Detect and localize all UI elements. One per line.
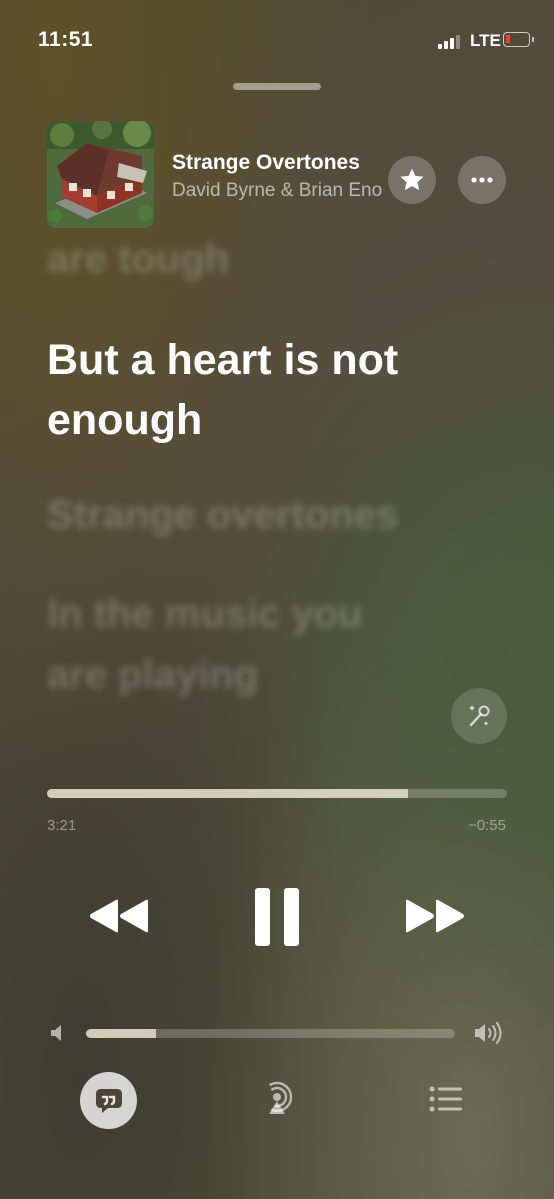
star-icon xyxy=(400,168,424,191)
volume-slider[interactable] xyxy=(86,1029,455,1038)
microphone-sparkle-icon xyxy=(469,705,490,727)
lyric-line-next[interactable]: In the music you xyxy=(47,592,363,637)
sheet-grabber[interactable] xyxy=(233,83,321,90)
list-icon xyxy=(429,1086,462,1112)
battery-icon xyxy=(503,32,534,47)
playback-progress-fill xyxy=(47,789,409,798)
speaker-high-icon xyxy=(473,1021,505,1050)
backward-icon xyxy=(90,899,148,933)
speaker-low-icon xyxy=(49,1024,67,1047)
cellular-signal-icon xyxy=(438,33,464,49)
previous-track-button[interactable] xyxy=(88,896,150,941)
pause-button[interactable] xyxy=(253,886,301,953)
album-artwork[interactable] xyxy=(47,121,154,228)
queue-button[interactable] xyxy=(428,1085,464,1118)
quote-bubble-icon xyxy=(95,1088,122,1113)
time-remaining: −0:55 xyxy=(468,817,506,834)
lyric-line-previous[interactable]: are tough xyxy=(47,237,229,282)
airplay-audio-icon xyxy=(261,1081,293,1114)
more-options-button[interactable] xyxy=(458,156,506,204)
status-time: 11:51 xyxy=(38,28,94,51)
ellipsis-icon xyxy=(471,177,493,183)
airplay-button[interactable] xyxy=(258,1081,296,1124)
house-artwork xyxy=(47,121,154,228)
playback-scrubber[interactable] xyxy=(47,789,507,798)
network-type: LTE xyxy=(470,31,501,50)
forward-icon xyxy=(406,899,464,933)
lyric-line-next[interactable]: are playing xyxy=(47,653,258,698)
lyrics-button[interactable] xyxy=(80,1072,137,1129)
favorite-button[interactable] xyxy=(388,156,436,204)
pause-icon xyxy=(255,888,299,946)
time-elapsed: 3:21 xyxy=(47,817,77,834)
volume-fill xyxy=(86,1029,157,1038)
next-track-button[interactable] xyxy=(404,896,466,941)
song-artist[interactable]: David Byrne & Brian Eno xyxy=(172,180,382,202)
sing-button[interactable] xyxy=(451,688,507,744)
song-title[interactable]: Strange Overtones xyxy=(172,151,360,175)
lyric-line-next[interactable]: Strange overtones xyxy=(47,493,398,538)
lyric-line-current[interactable]: But a heart is not enough xyxy=(47,330,487,450)
